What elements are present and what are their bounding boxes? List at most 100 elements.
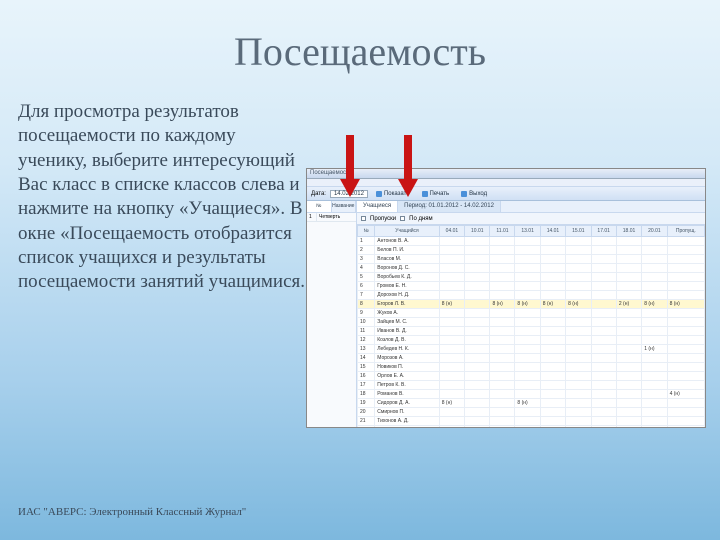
cell <box>439 417 464 426</box>
cell <box>465 345 490 354</box>
table-row[interactable]: 19Сидоров Д. А.8 (н)8 (н) <box>358 399 705 408</box>
table-row[interactable]: 9Жуков А. <box>358 309 705 318</box>
table-row[interactable]: 14Морозов А. <box>358 354 705 363</box>
cell <box>591 264 616 273</box>
cell <box>642 363 667 372</box>
cell <box>591 246 616 255</box>
checkbox[interactable] <box>400 216 405 221</box>
cell <box>642 327 667 336</box>
arrow-indicator <box>398 135 418 197</box>
column-header[interactable]: 04.01 <box>439 226 464 237</box>
cell <box>540 426 565 428</box>
date-label: Дата: <box>311 191 326 197</box>
checkbox[interactable] <box>361 216 366 221</box>
cell <box>465 399 490 408</box>
column-header[interactable]: 17.01 <box>591 226 616 237</box>
cell <box>439 408 464 417</box>
left-col-num[interactable]: № <box>307 201 332 212</box>
table-row[interactable]: 8Егоров Л. В.8 (н)8 (н)8 (н)8 (н)8 (н)2 … <box>358 300 705 309</box>
table-row[interactable]: 15Новиков П. <box>358 363 705 372</box>
table-row[interactable]: 7Дорохов Н. Д. <box>358 291 705 300</box>
cell <box>616 372 641 381</box>
cell: 8 (н) <box>490 300 515 309</box>
cell <box>515 282 540 291</box>
cell: 1 <box>358 237 375 246</box>
table-row[interactable]: 16Орлов Е. А. <box>358 372 705 381</box>
cell <box>616 273 641 282</box>
cell: 8 (н) <box>439 399 464 408</box>
print-button[interactable]: Печать <box>418 189 454 199</box>
cell: Новиков П. <box>375 363 439 372</box>
cell <box>566 354 591 363</box>
table-row[interactable]: 1Антонов В. А. <box>358 237 705 246</box>
cell <box>540 372 565 381</box>
cell <box>540 327 565 336</box>
cell <box>642 309 667 318</box>
cell: Зайцев М. С. <box>375 318 439 327</box>
column-header[interactable]: 13.01 <box>515 226 540 237</box>
cell <box>616 354 641 363</box>
cell <box>566 255 591 264</box>
table-row[interactable]: 5Воробьев К. Д. <box>358 273 705 282</box>
cell <box>591 354 616 363</box>
cell <box>566 246 591 255</box>
column-header[interactable]: 11.01 <box>490 226 515 237</box>
cell <box>616 345 641 354</box>
table-row[interactable]: 10Зайцев М. С. <box>358 318 705 327</box>
cell <box>566 399 591 408</box>
table-row[interactable]: 22Федоров С. И. <box>358 426 705 428</box>
left-col-name[interactable]: Название <box>332 201 357 212</box>
cell: 8 (н) <box>667 300 704 309</box>
cell <box>540 399 565 408</box>
cell <box>616 309 641 318</box>
cell <box>465 417 490 426</box>
table-row[interactable]: 3Власов М. <box>358 255 705 264</box>
cell: 3 <box>358 255 375 264</box>
cell <box>490 282 515 291</box>
cell <box>566 318 591 327</box>
table-row[interactable]: 20Смирнов П. <box>358 408 705 417</box>
cell: 15 <box>358 363 375 372</box>
exit-button[interactable]: Выход <box>457 189 491 199</box>
column-header[interactable]: 15.01 <box>566 226 591 237</box>
column-header[interactable]: Пропущ. <box>667 226 704 237</box>
cell <box>591 336 616 345</box>
cell <box>667 246 704 255</box>
table-row[interactable]: 11Иванов В. Д. <box>358 327 705 336</box>
left-row[interactable]: 1Четверть <box>307 213 356 222</box>
table-row[interactable]: 12Козлов Д. В. <box>358 336 705 345</box>
cell <box>439 318 464 327</box>
cell <box>642 390 667 399</box>
cell <box>515 309 540 318</box>
slide-footer: ИАС "АВЕРС: Электронный Классный Журнал" <box>18 506 246 518</box>
cell <box>591 372 616 381</box>
tab-students[interactable]: Учащиеся <box>357 201 398 212</box>
cell <box>465 408 490 417</box>
column-header[interactable]: 14.01 <box>540 226 565 237</box>
column-header[interactable]: Учащийся <box>375 226 439 237</box>
cell <box>515 264 540 273</box>
column-header[interactable]: № <box>358 226 375 237</box>
cell <box>540 336 565 345</box>
column-header[interactable]: 18.01 <box>616 226 641 237</box>
table-row[interactable]: 4Воронов Д. С. <box>358 264 705 273</box>
slide-body: Для просмотра результатов посещаемости п… <box>18 100 308 295</box>
cell <box>642 246 667 255</box>
cell: Иванов В. Д. <box>375 327 439 336</box>
cell <box>642 291 667 300</box>
cell <box>515 327 540 336</box>
cell <box>465 426 490 428</box>
cell: Жуков А. <box>375 309 439 318</box>
table-row[interactable]: 13Лебедев Н. К.1 (н) <box>358 345 705 354</box>
cell: 4 <box>358 264 375 273</box>
column-header[interactable]: 10.01 <box>465 226 490 237</box>
table-row[interactable]: 17Петров К. В. <box>358 381 705 390</box>
cell: 7 <box>358 291 375 300</box>
table-row[interactable]: 21Тихонов А. Д. <box>358 417 705 426</box>
table-row[interactable]: 18Романов В.4 (н) <box>358 390 705 399</box>
table-row[interactable]: 6Громов Е. Н. <box>358 282 705 291</box>
table-row[interactable]: 2Белов П. И. <box>358 246 705 255</box>
column-header[interactable]: 20.01 <box>642 226 667 237</box>
cell <box>616 408 641 417</box>
cell <box>515 246 540 255</box>
